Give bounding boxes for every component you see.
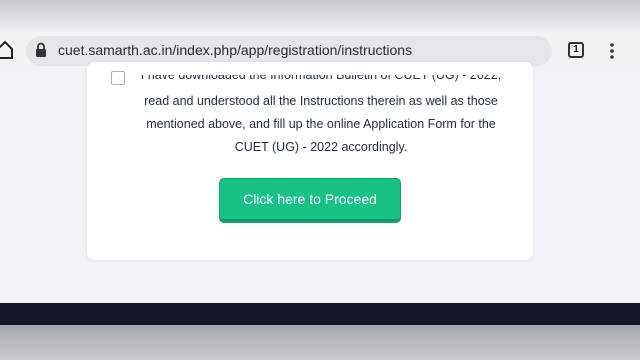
screen-bottom-edge — [0, 325, 640, 360]
declaration-card — [87, 62, 533, 260]
tab-switcher-icon[interactable]: 1 — [568, 42, 584, 58]
screen-top-edge — [0, 0, 640, 32]
declaration-line-2: read and understood all the Instructions… — [144, 94, 498, 108]
url-text[interactable]: cuet.samarth.ac.in/index.php/app/registr… — [58, 42, 412, 58]
declaration-line-3: mentioned above, and fill up the online … — [146, 117, 496, 131]
page-footer — [0, 303, 640, 325]
proceed-button[interactable]: Click here to Proceed — [220, 179, 400, 222]
home-icon[interactable] — [0, 40, 14, 60]
overflow-menu-icon[interactable] — [610, 43, 614, 59]
lock-icon[interactable] — [35, 42, 47, 58]
declaration-line-4: CUET (UG) - 2022 accordingly. — [234, 140, 408, 154]
declaration-checkbox[interactable] — [111, 71, 125, 85]
